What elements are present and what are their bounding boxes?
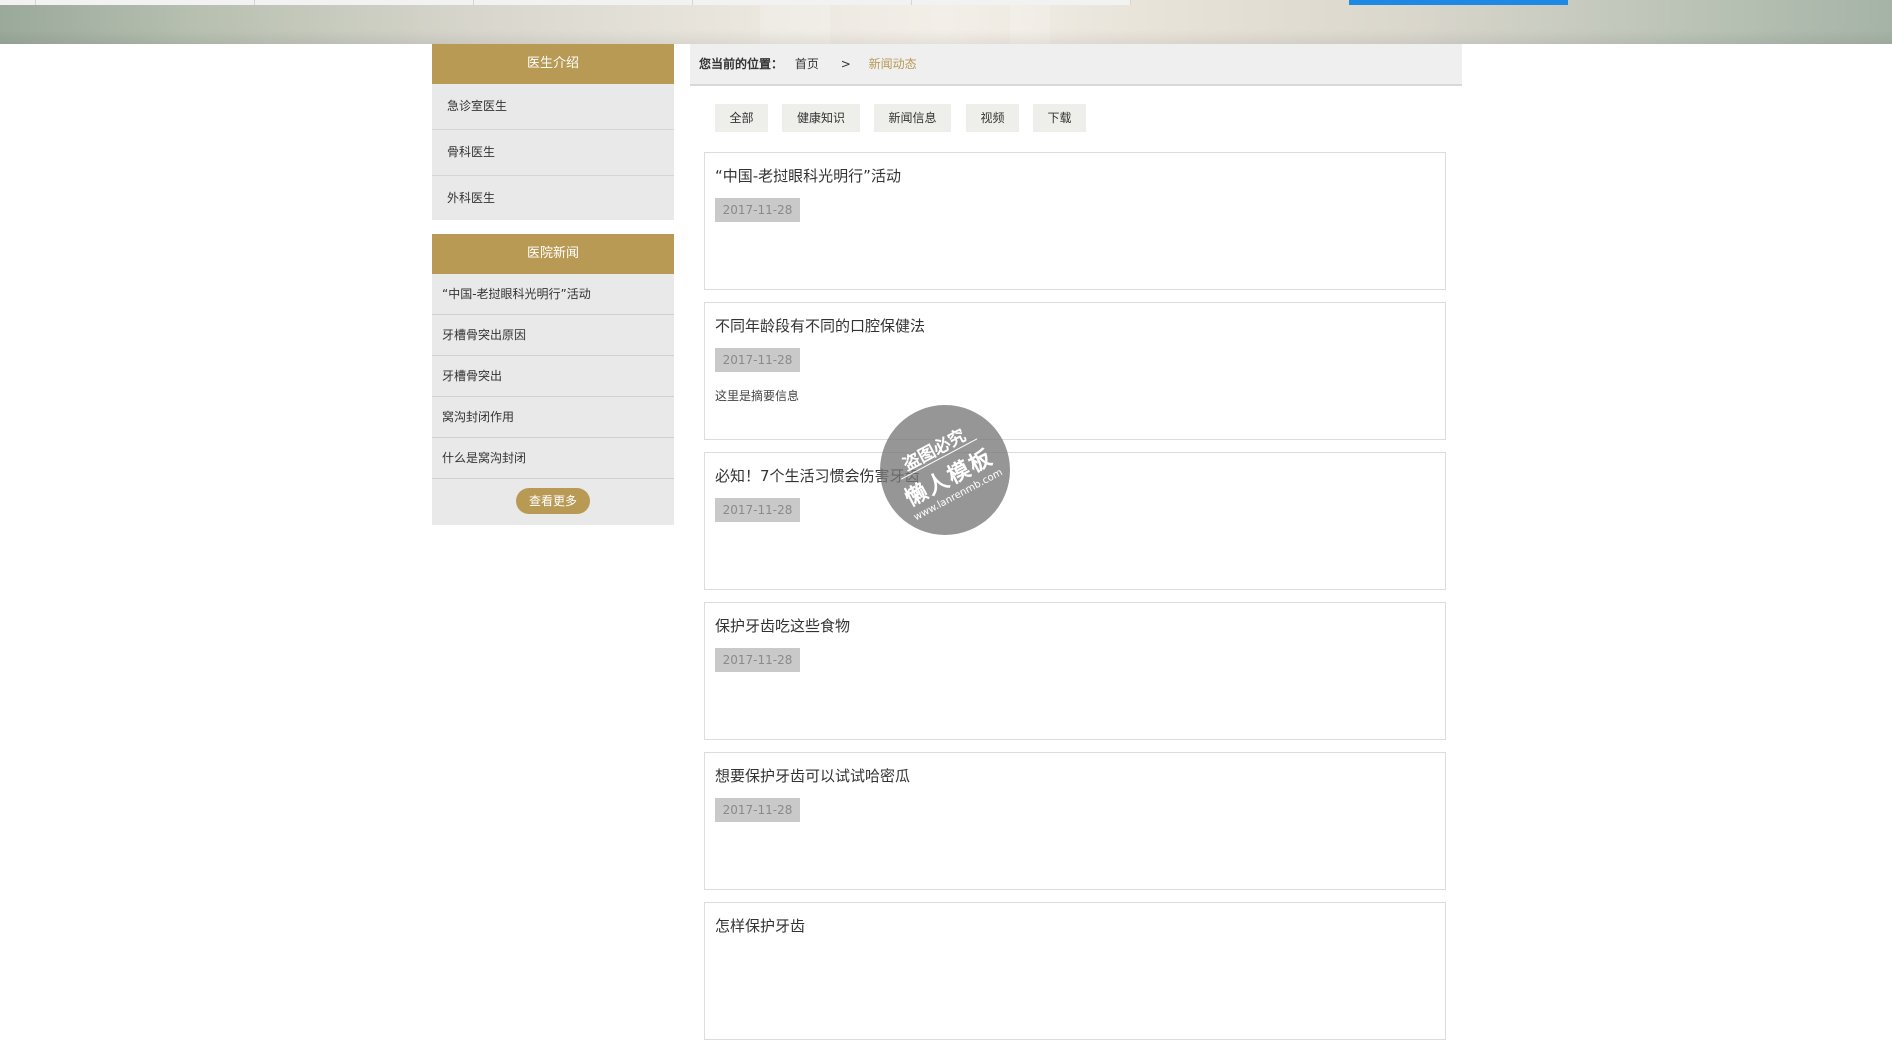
doctor-list: 急诊室医生 骨科医生 外科医生 [432, 84, 674, 220]
article-title[interactable]: 保护牙齿吃这些食物 [715, 615, 850, 636]
sidebar-item-surgeon[interactable]: 外科医生 [432, 176, 674, 220]
main-content: 您当前的位置： 首页 > 新闻动态 全部 健康知识 新闻信息 视频 下载 “中国… [690, 44, 1462, 1040]
breadcrumb-label: 您当前的位置： [699, 57, 784, 71]
news-list: “中国-老挝眼科光明行”活动 牙槽骨突出原因 牙槽骨突出 窝沟封闭作用 什么是窝… [432, 274, 674, 479]
article-card[interactable]: 想要保护牙齿可以试试哈密瓜 2017-11-28 [704, 752, 1446, 890]
article-date: 2017-11-28 [715, 498, 800, 522]
news-link[interactable]: 什么是窝沟封闭 [432, 438, 674, 479]
news-link[interactable]: 窝沟封闭作用 [432, 397, 674, 438]
sidebar-item-emergency-doctor[interactable]: 急诊室医生 [432, 84, 674, 130]
article-card[interactable]: “中国-老挝眼科光明行”活动 2017-11-28 [704, 152, 1446, 290]
header-banner [0, 0, 1892, 44]
more-container: 查看更多 [432, 479, 674, 525]
nav-item[interactable] [474, 0, 693, 5]
tab-news-info[interactable]: 新闻信息 [874, 104, 951, 132]
hospital-news-heading: 医院新闻 [432, 234, 674, 274]
article-date: 2017-11-28 [715, 798, 800, 822]
tab-download[interactable]: 下载 [1033, 104, 1086, 132]
nav-item[interactable] [36, 0, 255, 5]
nav-item[interactable] [255, 0, 474, 5]
article-title[interactable]: 怎样保护牙齿 [715, 915, 805, 936]
spacer [432, 220, 674, 234]
nav-item[interactable] [0, 0, 36, 5]
nav-item-active[interactable] [1349, 0, 1568, 5]
article-card[interactable]: 必知！7个生活习惯会伤害牙齿 2017-11-28 [704, 452, 1446, 590]
news-link[interactable]: 牙槽骨突出 [432, 356, 674, 397]
sidebar: 医生介绍 急诊室医生 骨科医生 外科医生 医院新闻 “中国-老挝眼科光明行”活动… [432, 44, 674, 525]
article-card[interactable]: 不同年龄段有不同的口腔保健法 2017-11-28 这里是摘要信息 [704, 302, 1446, 440]
breadcrumb: 您当前的位置： 首页 > 新闻动态 [690, 44, 1462, 86]
top-nav [0, 0, 1892, 5]
doctors-heading: 医生介绍 [432, 44, 674, 84]
news-link[interactable]: 牙槽骨突出原因 [432, 315, 674, 356]
article-card[interactable]: 保护牙齿吃这些食物 2017-11-28 [704, 602, 1446, 740]
article-date: 2017-11-28 [715, 648, 800, 672]
watermark-stamp: 盗图必究 懒人模板 www.lanrenmb.com [880, 405, 1010, 535]
article-title[interactable]: “中国-老挝眼科光明行”活动 [715, 165, 901, 186]
banner-decoration [0, 30, 1892, 44]
tab-all[interactable]: 全部 [715, 104, 768, 132]
article-title[interactable]: 不同年龄段有不同的口腔保健法 [715, 315, 925, 336]
nav-item[interactable] [912, 0, 1131, 5]
article-card[interactable]: 怎样保护牙齿 [704, 902, 1446, 1040]
sidebar-item-orthopedic-doctor[interactable]: 骨科医生 [432, 130, 674, 176]
view-more-button[interactable]: 查看更多 [516, 488, 590, 514]
breadcrumb-home-link[interactable]: 首页 [795, 57, 819, 71]
watermark-text: 盗图必究 懒人模板 www.lanrenmb.com [880, 405, 1010, 535]
article-date: 2017-11-28 [715, 198, 800, 222]
breadcrumb-current[interactable]: 新闻动态 [869, 57, 917, 71]
tab-health-knowledge[interactable]: 健康知识 [782, 104, 860, 132]
article-summary: 这里是摘要信息 [715, 389, 800, 403]
news-link[interactable]: “中国-老挝眼科光明行”活动 [432, 274, 674, 315]
breadcrumb-separator: > [840, 57, 851, 71]
nav-item[interactable] [693, 0, 912, 5]
article-title[interactable]: 想要保护牙齿可以试试哈密瓜 [715, 765, 910, 786]
tab-video[interactable]: 视频 [966, 104, 1019, 132]
article-date: 2017-11-28 [715, 348, 800, 372]
